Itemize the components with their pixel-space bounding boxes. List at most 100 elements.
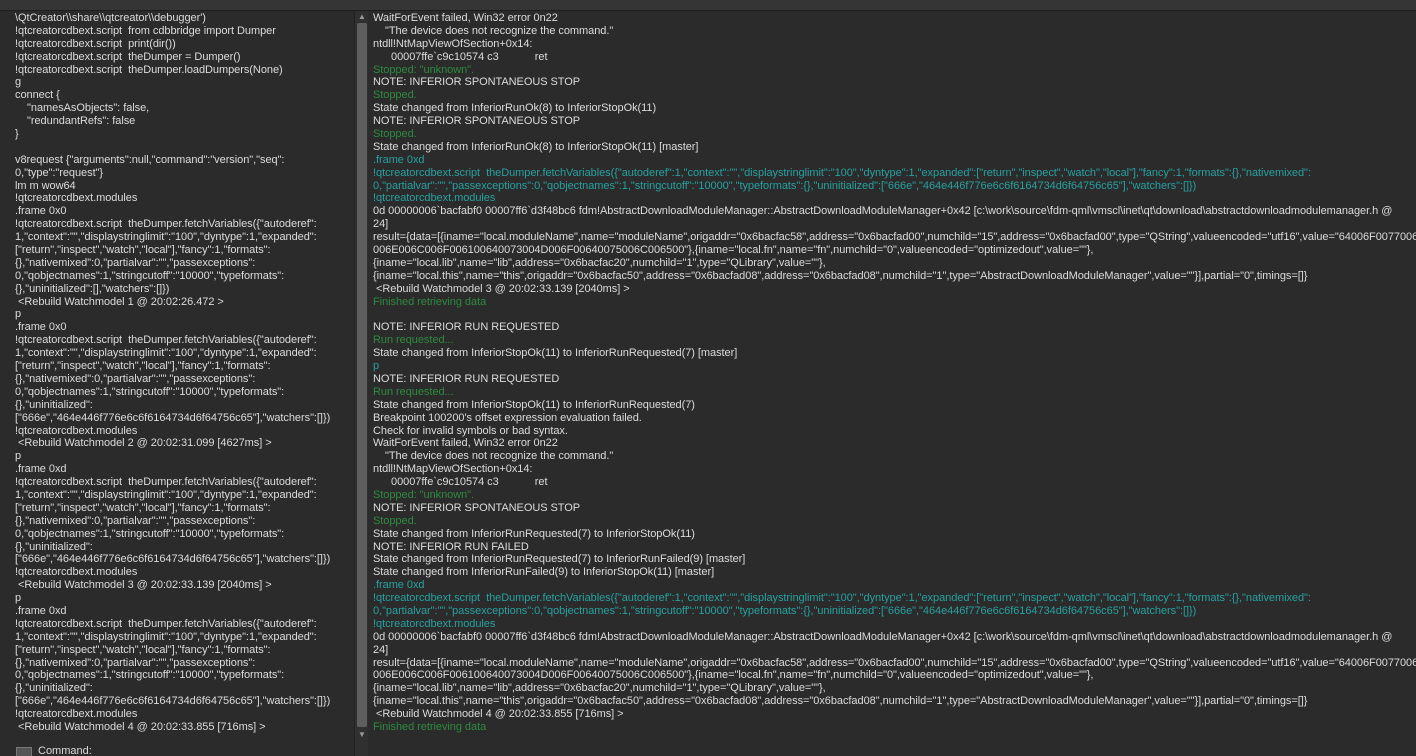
output-log-line: 006E006C006F006100640073004D006F00640075…	[373, 244, 1094, 257]
scrollbar-thumb[interactable]	[357, 23, 367, 727]
command-log-line: 1,"context":"","displaystringlimit":"100…	[15, 488, 317, 501]
command-log-line: 1,"context":"","displaystringlimit":"100…	[15, 231, 317, 244]
command-log-line: !qtcreatorcdbext.modules	[15, 566, 138, 579]
command-log-line: 0,"type":"request"}	[15, 166, 104, 179]
command-log-line: !qtcreatorcdbext.script theDumper.loadDu…	[15, 63, 283, 76]
output-log-line: NOTE: INFERIOR RUN REQUESTED	[373, 321, 560, 334]
output-log-line: Breakpoint 100200's offset expression ev…	[373, 411, 642, 424]
command-log-line: \QtCreator\\share\\qtcreator\\debugger')	[15, 12, 206, 24]
output-log-line: NOTE: INFERIOR SPONTANEOUS STOP	[373, 501, 581, 514]
command-log-line: "namesAsObjects": false,	[15, 102, 150, 115]
command-log-line: !qtcreatorcdbext.modules	[15, 192, 138, 205]
output-log-line: .frame 0xd	[373, 153, 425, 166]
output-log-line: <Rebuild Watchmodel 4 @ 20:02:33.855 [71…	[373, 708, 624, 721]
command-log-line: p	[15, 450, 22, 463]
output-log-line: 0,"partialvar":"","passexceptions":0,"qo…	[373, 179, 1197, 192]
output-log-line	[373, 308, 1416, 321]
command-log-line: 0,"qobjectnames":1,"stringcutoff":"10000…	[15, 385, 285, 398]
output-log-line: Stopped: "unknown".	[373, 63, 475, 76]
command-log-line: !qtcreatorcdbext.script from cdbbridge i…	[15, 24, 276, 37]
window-top-strip	[0, 0, 1416, 11]
terminal-icon	[16, 747, 32, 756]
command-log-line: .frame 0x0	[15, 205, 67, 218]
output-log-line: Run requested...	[373, 334, 454, 347]
command-log-line: }	[15, 128, 19, 141]
command-log-line: "redundantRefs": false	[15, 115, 136, 128]
command-log-line: <Rebuild Watchmodel 4 @ 20:02:33.855 [71…	[15, 720, 266, 733]
command-log-line: 1,"context":"","displaystringlimit":"100…	[15, 347, 317, 360]
command-bar: Command:	[0, 746, 354, 756]
command-log-line: {},"uninitialized":	[15, 540, 93, 553]
output-log-line: Stopped: "unknown".	[373, 488, 475, 501]
command-log-line: 1,"context":"","displaystringlimit":"100…	[15, 630, 317, 643]
command-log-line: {},"uninitialized":	[15, 682, 93, 695]
command-log-line: !qtcreatorcdbext.script theDumper = Dump…	[15, 50, 241, 63]
debugger-output-log-pane[interactable]: WaitForEvent failed, Win32 error 0n22 "T…	[368, 11, 1416, 756]
scroll-down-arrow-icon[interactable]: ▼	[356, 729, 368, 741]
command-log-line: p	[15, 308, 22, 321]
command-log-line: !qtcreatorcdbext.script theDumper.fetchV…	[15, 617, 317, 630]
command-log-list: \QtCreator\\share\\qtcreator\\debugger')…	[15, 12, 330, 734]
command-log-line: .frame 0xd	[15, 604, 67, 617]
output-log-line: !qtcreatorcdbext.script theDumper.fetchV…	[373, 592, 1311, 605]
output-log-line: 24]	[373, 643, 389, 656]
output-log-line: State changed from InferiorRunFailed(9) …	[373, 566, 715, 579]
output-log-line: p	[373, 360, 380, 373]
command-log-line: {},"uninitialized":[],"watchers":[]})	[15, 282, 170, 295]
command-log-line: lm m wow64	[15, 179, 76, 192]
output-log-line: Run requested...	[373, 385, 454, 398]
output-log-line: !qtcreatorcdbext.modules	[373, 192, 496, 205]
output-log-line: 00007ffe`c9c10574 c3 ret	[373, 476, 548, 489]
command-log-line: 0,"qobjectnames":1,"stringcutoff":"10000…	[15, 527, 285, 540]
command-log-line: p	[15, 592, 22, 605]
command-log-line: !qtcreatorcdbext.script theDumper.fetchV…	[15, 334, 317, 347]
output-log-line: State changed from InferiorRunRequested(…	[373, 553, 746, 566]
output-log-line: State changed from InferiorStopOk(11) to…	[373, 347, 738, 360]
output-log-line: ntdll!NtMapViewOfSection+0x14:	[373, 463, 533, 476]
command-log-line: {},"nativemixed":0,"partialvar":"","pass…	[15, 372, 256, 385]
command-log-line: {},"nativemixed":0,"partialvar":"","pass…	[15, 656, 256, 669]
output-log-line: WaitForEvent failed, Win32 error 0n22	[373, 12, 558, 24]
output-log-line: Finished retrieving data	[373, 720, 487, 733]
command-log-line: {},"nativemixed":0,"partialvar":"","pass…	[15, 256, 256, 269]
command-log-line: ["return","inspect","watch","local"],"fa…	[15, 501, 271, 514]
output-log-line: Finished retrieving data	[373, 295, 487, 308]
command-log-line: ["return","inspect","watch","local"],"fa…	[15, 360, 271, 373]
command-log-line: ["666e","464e446f776e6c6f6164734d6f64756…	[15, 411, 331, 424]
output-log-line: 0,"partialvar":"","passexceptions":0,"qo…	[373, 604, 1197, 617]
command-log-line: 0,"qobjectnames":1,"stringcutoff":"10000…	[15, 269, 285, 282]
output-log-line: result={data=[{iname="local.moduleName",…	[373, 656, 1416, 669]
output-log-line: {iname="local.this",name="this",origaddr…	[373, 269, 1308, 282]
output-log-line: NOTE: INFERIOR RUN FAILED	[373, 540, 529, 553]
command-log-line: !qtcreatorcdbext.script theDumper.fetchV…	[15, 476, 317, 489]
output-log-line: {iname="local.lib",name="lib",address="0…	[373, 256, 826, 269]
output-log-line: "The device does not recognize the comma…	[373, 24, 614, 37]
output-log-line: State changed from InferiorRunRequested(…	[373, 527, 695, 540]
output-log-line: "The device does not recognize the comma…	[373, 450, 614, 463]
command-log-line: ["return","inspect","watch","local"],"fa…	[15, 244, 271, 257]
output-log-line: .frame 0xd	[373, 579, 425, 592]
command-log-line: <Rebuild Watchmodel 2 @ 20:02:31.099 [46…	[15, 437, 272, 450]
left-pane-scrollbar[interactable]: ▲ ▼	[354, 11, 369, 756]
scroll-up-arrow-icon[interactable]: ▲	[356, 11, 368, 23]
output-log-line: {iname="local.lib",name="lib",address="0…	[373, 682, 826, 695]
output-log-line: WaitForEvent failed, Win32 error 0n22	[373, 437, 558, 450]
command-log-line: .frame 0xd	[15, 463, 67, 476]
command-log-line: !qtcreatorcdbext.script theDumper.fetchV…	[15, 218, 317, 231]
output-log-line: 0d 00000006`bacfabf0 00007ff6`d3f48bc6 f…	[373, 205, 1393, 218]
output-log-line: !qtcreatorcdbext.modules	[373, 617, 496, 630]
output-log-line: Stopped.	[373, 128, 417, 141]
output-log-line: Check for invalid symbols or bad syntax.	[373, 424, 568, 437]
debugger-command-log-pane[interactable]: \QtCreator\\share\\qtcreator\\debugger')…	[0, 11, 354, 756]
command-log-line: !qtcreatorcdbext.modules	[15, 708, 138, 721]
output-log-line: State changed from InferiorStopOk(11) to…	[373, 398, 695, 411]
command-log-line: ["666e","464e446f776e6c6f6164734d6f64756…	[15, 553, 331, 566]
command-log-line	[15, 141, 330, 154]
output-log-line: State changed from InferiorRunOk(8) to I…	[373, 102, 657, 115]
command-log-line: {},"uninitialized":	[15, 398, 93, 411]
output-log-line: {iname="local.this",name="this",origaddr…	[373, 695, 1308, 708]
command-log-line: <Rebuild Watchmodel 1 @ 20:02:26.472 >	[15, 295, 224, 308]
command-log-line: connect {	[15, 89, 60, 102]
command-log-line: 0,"qobjectnames":1,"stringcutoff":"10000…	[15, 669, 285, 682]
output-log-line: 00007ffe`c9c10574 c3 ret	[373, 50, 548, 63]
